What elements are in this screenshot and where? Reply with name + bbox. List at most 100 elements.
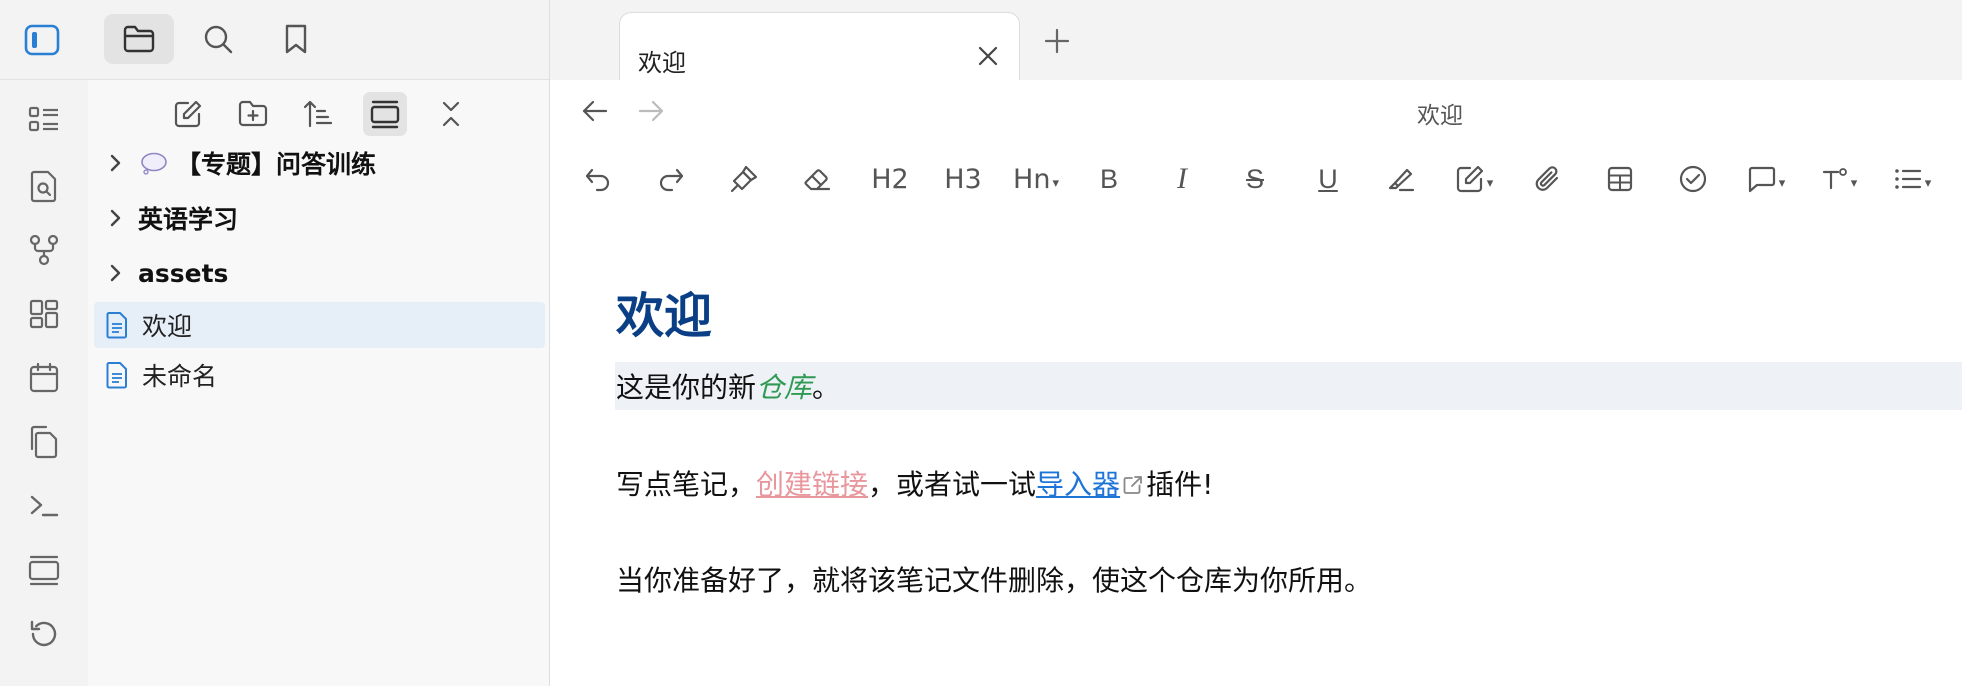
tree-folder-english[interactable]: 英语学习	[94, 195, 545, 241]
new-folder-button[interactable]	[231, 92, 275, 136]
undo-button[interactable]	[573, 156, 623, 202]
formatting-toolbar: H2 H3 Hn ▾ B I S U ▾ ▾ ▾ ▾	[550, 146, 1962, 212]
new-tab-button[interactable]	[1040, 24, 1074, 58]
outline-button[interactable]	[22, 98, 66, 142]
gallery-icon	[28, 555, 60, 586]
file-search-icon	[30, 170, 57, 203]
document-paragraph-1[interactable]: 这是你的新仓库。	[616, 366, 840, 406]
edit-dropdown[interactable]: ▾	[1449, 156, 1499, 202]
left-ribbon	[0, 80, 88, 686]
paragraph-text: 。	[812, 371, 841, 404]
daily-note-button[interactable]	[22, 356, 66, 400]
italic-label: I	[1177, 162, 1187, 195]
format-painter-button[interactable]	[719, 156, 769, 202]
tree-folder-label: 【专题】问答训练	[176, 150, 377, 179]
caret-down-icon: ▾	[1052, 175, 1059, 191]
view-header-title[interactable]: 欢迎	[1380, 96, 1500, 130]
sidebar-toggle-button[interactable]	[22, 22, 62, 58]
redo-button[interactable]	[646, 156, 696, 202]
highlighter-icon	[1388, 168, 1415, 192]
message-square-icon	[1748, 166, 1775, 193]
italic-button[interactable]: I	[1157, 156, 1207, 202]
check-circle-icon	[1679, 165, 1707, 193]
explorer-divider	[549, 0, 550, 686]
edit-icon	[174, 100, 202, 128]
eraser-icon	[804, 169, 831, 191]
tree-file-welcome[interactable]: 欢迎	[94, 302, 545, 348]
heading-3-label: H3	[944, 163, 982, 195]
new-note-button[interactable]	[166, 92, 210, 136]
callout-dropdown[interactable]: ▾	[1741, 156, 1791, 202]
document-paragraph-2[interactable]: 写点笔记，创建链接，或者试一试导入器 插件!	[616, 463, 1213, 503]
chevron-right-icon[interactable]	[102, 259, 130, 287]
underline-label: U	[1318, 163, 1338, 194]
canvas-button[interactable]	[22, 292, 66, 336]
graph-view-button[interactable]	[22, 228, 66, 272]
gallery-icon	[370, 100, 400, 129]
tree-file-label: 欢迎	[142, 312, 193, 341]
search-icon	[204, 25, 233, 54]
attach-button[interactable]	[1522, 156, 1572, 202]
caret-down-icon: ▾	[1850, 175, 1858, 191]
external-link-icon	[1122, 474, 1144, 496]
close-icon	[978, 46, 998, 66]
clear-formatting-button[interactable]	[792, 156, 842, 202]
file-recovery-button[interactable]	[22, 612, 66, 656]
sort-icon	[303, 100, 333, 128]
command-palette-button[interactable]	[22, 484, 66, 528]
tab-close-button[interactable]	[973, 41, 1003, 71]
tree-file-untitled[interactable]: 未命名	[94, 352, 545, 398]
open-quick-switcher-button[interactable]	[22, 164, 66, 208]
auto-reveal-button[interactable]	[363, 92, 407, 136]
unresolved-link-create-link[interactable]: 创建链接	[756, 468, 868, 501]
text-style-dropdown[interactable]: ▾	[1814, 156, 1864, 202]
document-icon	[104, 310, 130, 340]
navigate-back-button[interactable]	[578, 94, 612, 128]
paragraph-text: 插件!	[1146, 468, 1214, 501]
bold-label: B	[1099, 163, 1118, 194]
calendar-icon	[29, 362, 59, 393]
paragraph-text: 写点笔记，	[616, 468, 757, 501]
document-heading[interactable]: 欢迎	[616, 276, 712, 346]
bold-button[interactable]: B	[1084, 156, 1134, 202]
sort-button[interactable]	[296, 92, 340, 136]
tab-title: 欢迎	[638, 49, 686, 77]
tree-folder-assets[interactable]: assets	[94, 250, 545, 296]
strikethrough-button[interactable]: S	[1230, 156, 1280, 202]
navigate-forward-button[interactable]	[634, 94, 668, 128]
heading-2-button[interactable]: H2	[865, 156, 915, 202]
underline-button[interactable]: U	[1303, 156, 1353, 202]
tree-folder-label: 英语学习	[138, 205, 239, 234]
slides-button[interactable]	[22, 548, 66, 592]
files-view-button[interactable]	[104, 14, 174, 64]
paperclip-icon	[1535, 166, 1559, 191]
redo-icon	[659, 168, 684, 192]
bookmarks-view-button[interactable]	[261, 14, 331, 64]
caret-down-icon: ▾	[1778, 175, 1786, 191]
caret-down-icon: ▾	[1924, 175, 1932, 191]
highlight-button[interactable]	[1376, 156, 1426, 202]
history-icon	[30, 620, 57, 647]
templates-button[interactable]	[22, 420, 66, 464]
chevron-right-icon[interactable]	[102, 149, 130, 177]
checklist-button[interactable]	[1668, 156, 1718, 202]
heading-n-dropdown[interactable]: Hn ▾	[1011, 156, 1061, 202]
tree-file-label: 未命名	[142, 362, 218, 391]
list-dropdown[interactable]: ▾	[1887, 156, 1937, 202]
chevron-right-icon[interactable]	[102, 204, 130, 232]
tab-welcome[interactable]: 欢迎	[619, 12, 1020, 80]
chevrons-collapse-icon	[442, 101, 460, 127]
heading-3-button[interactable]: H3	[938, 156, 988, 202]
arrow-right-icon	[638, 100, 664, 122]
table-icon	[1607, 166, 1633, 192]
search-view-button[interactable]	[183, 14, 253, 64]
tree-folder-qa-training[interactable]: 【专题】问答训练	[94, 140, 545, 186]
undo-icon	[585, 168, 610, 192]
paragraph-text: 这是你的新	[616, 371, 757, 404]
plus-icon	[1044, 28, 1070, 54]
insert-table-button[interactable]	[1595, 156, 1645, 202]
external-link-importer[interactable]: 导入器	[1036, 468, 1120, 501]
collapse-all-button[interactable]	[429, 92, 473, 136]
folder-icon	[123, 25, 155, 53]
document-paragraph-3[interactable]: 当你准备好了，就将该笔记文件删除，使这个仓库为你所用。	[616, 559, 1372, 599]
